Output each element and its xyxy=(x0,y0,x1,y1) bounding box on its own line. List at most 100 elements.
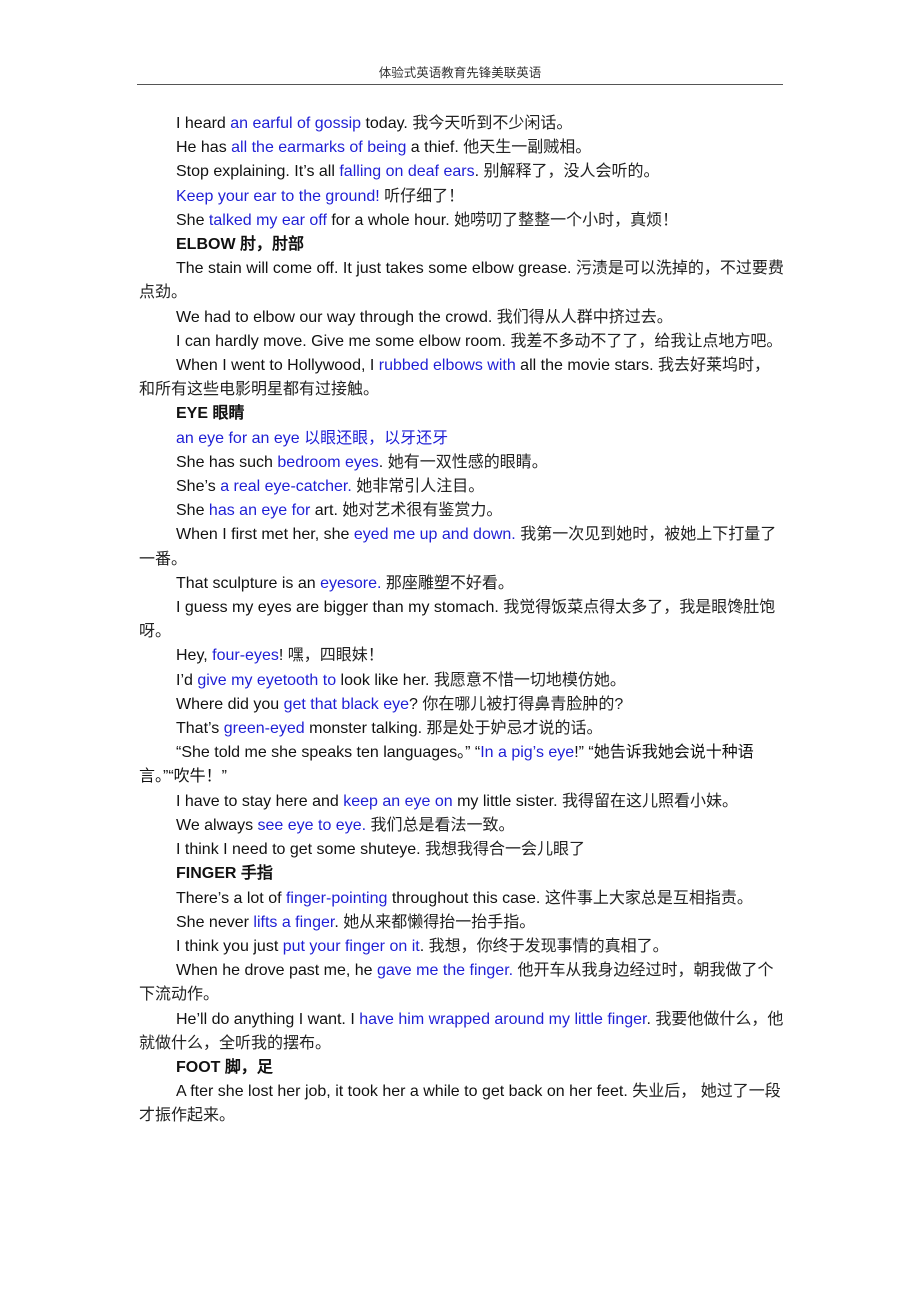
idiom-phrase: falling on deaf ears xyxy=(339,163,475,181)
sentence-text: She has such xyxy=(176,453,278,471)
idiom-phrase: rubbed elbows with xyxy=(378,357,516,375)
sentence-text: She’s xyxy=(176,478,221,496)
sentence-text: . xyxy=(419,937,429,955)
example-sentence: She has an eye for art. 她对艺术很有鉴赏力。 xyxy=(139,499,785,523)
sentence-text: The stain will come off. It just takes s… xyxy=(176,260,576,278)
idiom-phrase: has an eye for xyxy=(208,502,311,520)
example-sentence: Stop explaining. It’s all falling on dea… xyxy=(139,160,785,184)
idiom-phrase: get that black eye xyxy=(283,695,410,713)
example-sentence: She’s a real eye-catcher. 她非常引人注目。 xyxy=(139,475,785,499)
sentence-text: . xyxy=(378,453,388,471)
chinese-translation: 她唠叨了整整一个小时，真烦！ xyxy=(454,211,679,229)
chinese-translation: 她从来都懒得抬一抬手指。 xyxy=(343,913,536,931)
example-sentence: That sculpture is an eyesore. 那座雕塑不好看。 xyxy=(139,572,785,596)
idiom-phrase: keep an eye on xyxy=(343,792,453,810)
example-sentence: There’s a lot of finger-pointing through… xyxy=(139,887,785,911)
sentence-text: today. xyxy=(361,115,413,132)
header-divider xyxy=(137,84,783,85)
sentence-text: He’ll do anything I want. I xyxy=(176,1010,360,1028)
sentence-text: FINGER 手指 xyxy=(176,865,273,883)
sentence-text: EYE 眼睛 xyxy=(176,405,245,423)
idiom-phrase: four-eyes xyxy=(212,647,279,665)
example-sentence: When I first met her, she eyed me up and… xyxy=(139,523,785,571)
example-sentence: Keep your ear to the ground! 听仔细了！ xyxy=(139,185,785,209)
sentence-text: ELBOW 肘，肘部 xyxy=(176,236,304,254)
document-body: I heard an earful of gossip today. 我今天听到… xyxy=(139,112,785,1129)
sentence-text: There’s a lot of xyxy=(176,889,286,907)
sentence-text: When I first met her, she xyxy=(176,526,354,544)
section-heading: FOOT 脚，足 xyxy=(139,1056,785,1080)
sentence-text: ? xyxy=(409,695,423,713)
sentence-text: We had to elbow our way through the crow… xyxy=(176,308,497,326)
example-sentence: Hey, four-eyes! 嘿，四眼妹！ xyxy=(139,644,785,668)
idiom-phrase: give my eyetooth to xyxy=(197,671,337,689)
sentence-text: She xyxy=(176,502,209,520)
idiom-phrase: eyesore. xyxy=(320,574,382,592)
example-sentence: Where did you get that black eye? 你在哪儿被打… xyxy=(139,693,785,717)
sentence-text: look like her. xyxy=(336,671,434,689)
example-sentence: I think I need to get some shuteye. 我想我得… xyxy=(139,838,785,862)
chinese-translation: 我们总是看法一致。 xyxy=(370,816,515,834)
chinese-translation: 我今天听到不少闲话。 xyxy=(412,115,573,132)
sentence-text: That sculpture is an xyxy=(176,574,321,592)
idiom-phrase: gave me the finger. xyxy=(377,962,514,980)
chinese-translation: 我想我得合一会儿眼了 xyxy=(425,841,586,859)
sentence-text: I have to stay here and xyxy=(176,792,344,810)
chinese-translation: 我得留在这儿照看小妹。 xyxy=(562,792,739,810)
idiom-phrase: a real eye-catcher. xyxy=(220,478,352,496)
example-sentence: That’s green-eyed monster talking. 那是处于妒… xyxy=(139,717,785,741)
example-sentence: A fter she lost her job, it took her a w… xyxy=(139,1080,785,1128)
example-sentence: an eye for an eye 以眼还眼，以牙还牙 xyxy=(139,427,785,451)
sentence-text: She xyxy=(176,211,209,229)
idiom-phrase: finger-pointing xyxy=(285,889,388,907)
example-sentence: When I went to Hollywood, I rubbed elbow… xyxy=(139,354,785,402)
idiom-phrase: talked my ear off xyxy=(208,211,327,229)
sentence-text: He has xyxy=(176,139,232,157)
chinese-translation: 我愿意不惜一切地模仿她。 xyxy=(433,671,626,689)
sentence-text: I can hardly move. Give me some elbow ro… xyxy=(176,332,511,350)
chinese-translation: 我差不多动不了了，给我让点地方吧。 xyxy=(510,332,783,350)
sentence-text: I guess my eyes are bigger than my stoma… xyxy=(176,599,504,617)
chinese-translation: 别解释了，没人会听的。 xyxy=(483,163,660,181)
section-heading: FINGER 手指 xyxy=(139,862,785,886)
example-sentence: When he drove past me, he gave me the fi… xyxy=(139,959,785,1007)
chinese-translation: 他天生一副贼相。 xyxy=(463,139,592,157)
idiom-phrase: lifts a finger xyxy=(253,913,335,931)
example-sentence: We had to elbow our way through the crow… xyxy=(139,306,785,330)
idiom-phrase: have him wrapped around my little finger xyxy=(359,1010,647,1028)
sentence-text: FOOT 脚，足 xyxy=(176,1058,273,1076)
chinese-translation: 你在哪儿被打得鼻青脸肿的? xyxy=(422,695,624,713)
sentence-text: throughout this case. xyxy=(387,889,545,907)
sentence-text: monster talking. xyxy=(304,720,427,738)
example-sentence: I have to stay here and keep an eye on m… xyxy=(139,790,785,814)
idiom-phrase: bedroom eyes xyxy=(277,453,379,471)
example-sentence: The stain will come off. It just takes s… xyxy=(139,257,785,305)
example-sentence: She has such bedroom eyes. 她有一双性感的眼睛。 xyxy=(139,451,785,475)
example-sentence: I think you just put your finger on it. … xyxy=(139,935,785,959)
sentence-text: Where did you xyxy=(176,695,284,713)
chinese-translation: 她有一双性感的眼睛。 xyxy=(387,453,548,471)
example-sentence: I guess my eyes are bigger than my stoma… xyxy=(139,596,785,644)
sentence-text: a thief. xyxy=(406,139,464,157)
sentence-text: We always xyxy=(176,816,258,834)
sentence-text: for a whole hour. xyxy=(326,211,455,229)
idiom-phrase: all the earmarks of being xyxy=(231,139,407,157)
idiom-phrase: In a pig’s eye xyxy=(480,744,575,762)
idiom-phrase: an eye for an eye 以眼还眼，以牙还牙 xyxy=(176,429,449,447)
idiom-phrase: see eye to eye. xyxy=(257,816,367,834)
example-sentence: We always see eye to eye. 我们总是看法一致。 xyxy=(139,814,785,838)
sentence-text: A fter she lost her job, it took her a w… xyxy=(176,1083,633,1101)
example-sentence: She talked my ear off for a whole hour. … xyxy=(139,209,785,233)
sentence-text: “She told me she speaks ten languages。” … xyxy=(176,744,481,762)
sentence-text: I’d xyxy=(176,671,198,689)
idiom-phrase: an earful of gossip xyxy=(230,115,362,132)
chinese-translation: 嘿，四眼妹！ xyxy=(287,647,384,665)
example-sentence: “She told me she speaks ten languages。” … xyxy=(139,741,785,789)
chinese-translation: 她非常引人注目。 xyxy=(356,478,485,496)
example-sentence: She never lifts a finger. 她从来都懒得抬一抬手指。 xyxy=(139,911,785,935)
chinese-translation: 这件事上大家总是互相指责。 xyxy=(544,889,753,907)
sentence-text: art. xyxy=(310,502,343,520)
idiom-phrase: put your finger on it xyxy=(282,937,420,955)
idiom-phrase: green-eyed xyxy=(223,720,305,738)
sentence-text: She never xyxy=(176,913,254,931)
